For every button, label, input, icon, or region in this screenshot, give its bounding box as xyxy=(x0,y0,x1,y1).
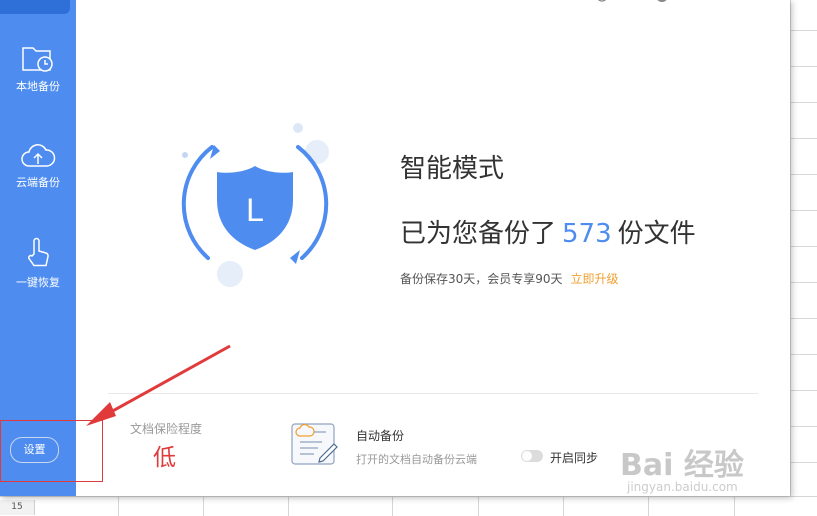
toggle-knob xyxy=(522,451,532,461)
backup-summary: 已为您备份了 573 份文件 xyxy=(400,213,696,250)
grid-line xyxy=(790,0,791,515)
auto-backup-title: 自动备份 xyxy=(356,429,405,443)
grid-line xyxy=(790,390,817,391)
settings-button[interactable]: 设置 xyxy=(10,437,59,463)
titlebar-icons xyxy=(598,0,667,2)
grid-line xyxy=(790,210,817,211)
grid-line xyxy=(288,497,289,516)
smart-mode-illustration: L xyxy=(170,118,340,302)
sidebar-item-local-backup[interactable]: 本地备份 xyxy=(0,44,76,94)
grid-line xyxy=(790,102,817,103)
annotation-arrow xyxy=(80,340,240,434)
watermark-logo: Bai 经验 xyxy=(620,448,744,483)
auto-backup-icon xyxy=(290,422,340,470)
grid-line xyxy=(478,497,479,516)
grid-line xyxy=(203,497,204,516)
sync-toggle-label: 开启同步 xyxy=(550,451,599,465)
grid-line xyxy=(790,174,817,175)
sidebar-item-cloud-backup[interactable]: 云端备份 xyxy=(0,142,76,190)
sidebar-item-label: 本地备份 xyxy=(16,80,60,93)
retention-text: 备份保存30天，会员专享90天 xyxy=(400,272,563,286)
grid-line xyxy=(790,30,817,31)
backup-suffix: 份文件 xyxy=(617,219,696,249)
sidebar-item-one-click-restore[interactable]: 一键恢复 xyxy=(0,236,76,290)
folder-clock-icon xyxy=(22,47,53,72)
grid-line xyxy=(118,497,119,516)
grid-line xyxy=(790,246,817,247)
cloud-upload-icon xyxy=(21,144,56,167)
retention-info: 备份保存30天，会员专享90天 立即升级 xyxy=(400,270,619,287)
sidebar: 本地备份 云端备份 一键恢复 设置 xyxy=(0,0,76,496)
sidebar-item-label: 云端备份 xyxy=(16,176,60,189)
sidebar-header-tab[interactable] xyxy=(0,0,70,14)
grid-line xyxy=(790,426,817,427)
protection-level-value: 低 xyxy=(153,445,176,471)
grid-line xyxy=(790,462,817,463)
spreadsheet-bottom-row xyxy=(0,496,817,516)
grid-line xyxy=(648,497,649,516)
sidebar-item-label: 一键恢复 xyxy=(16,276,60,289)
grid-line xyxy=(790,318,817,319)
sync-toggle[interactable] xyxy=(521,450,543,462)
hand-tap-icon xyxy=(28,237,49,267)
grid-line xyxy=(790,138,817,139)
grid-line xyxy=(563,497,564,516)
mode-title: 智能模式 xyxy=(400,154,505,184)
backup-dialog: 本地备份 云端备份 一键恢复 设置 L 智能模式 已为您备份了 573 份文件 … xyxy=(0,0,790,496)
backup-count: 573 xyxy=(562,219,612,249)
upgrade-link[interactable]: 立即升级 xyxy=(571,272,619,286)
grid-line xyxy=(392,497,393,516)
shield-letter: L xyxy=(246,192,264,228)
grid-line xyxy=(790,282,817,283)
backup-prefix: 已为您备份了 xyxy=(400,219,557,249)
grid-line xyxy=(734,497,735,516)
auto-backup-desc: 打开的文档自动备份云端 xyxy=(356,453,477,466)
watermark-url: jingyan.baidu.com xyxy=(627,480,738,494)
titlebar-controls xyxy=(590,0,780,8)
grid-line xyxy=(790,354,817,355)
grid-line xyxy=(790,66,817,67)
row-number: 15 xyxy=(0,500,35,515)
